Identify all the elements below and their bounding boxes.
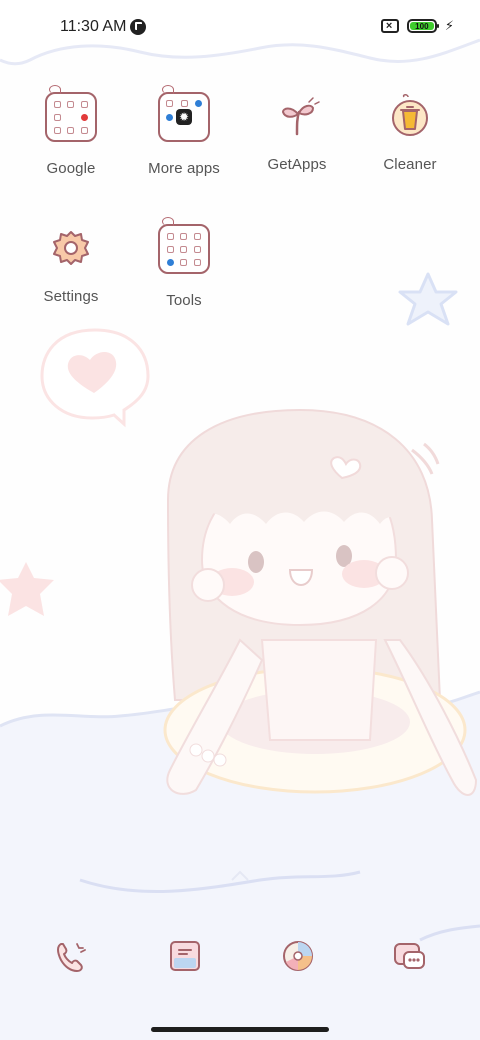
messages-icon	[394, 943, 425, 969]
tools-folder-icon	[156, 217, 212, 280]
dock-phone[interactable]	[51, 936, 91, 976]
more-apps-folder-icon: ✹	[156, 85, 212, 148]
app-settings[interactable]: Settings	[16, 220, 126, 305]
browser-icon	[283, 941, 313, 971]
phone-icon	[57, 943, 86, 972]
app-label-settings: Settings	[43, 288, 99, 305]
cleaner-trash-icon	[382, 88, 438, 144]
charging-bolt-icon: ⚡	[444, 18, 454, 33]
no-sim-icon: ×	[380, 19, 399, 33]
app-label-tools: Tools	[166, 292, 202, 309]
app-label-more-apps: More apps	[148, 160, 220, 177]
status-time: 11:30 AM	[60, 18, 127, 35]
settings-mini-icon: ✹	[176, 109, 192, 125]
app-more-apps-folder[interactable]: ✹ More apps	[129, 85, 239, 177]
battery-icon: 100	[406, 19, 439, 33]
notification-p-icon	[130, 19, 147, 35]
google-folder-icon	[43, 85, 99, 148]
notes-icon	[170, 941, 200, 971]
app-getapps[interactable]: GetApps	[242, 88, 352, 173]
app-label-google: Google	[46, 160, 96, 177]
dock-browser[interactable]	[278, 936, 318, 976]
dock-messages[interactable]	[390, 936, 430, 976]
app-label-getapps: GetApps	[267, 156, 327, 173]
app-label-cleaner: Cleaner	[383, 156, 437, 173]
battery-level: 100	[409, 22, 434, 31]
app-google-folder[interactable]: Google	[16, 85, 126, 177]
app-tools-folder[interactable]: Tools	[129, 217, 239, 309]
status-bar: 11:30 AM × 100 ⚡	[0, 0, 480, 56]
settings-gear-icon	[43, 220, 99, 276]
gesture-navigation-bar[interactable]	[151, 1027, 329, 1032]
status-indicators: × 100 ⚡	[380, 18, 454, 33]
app-cleaner[interactable]: Cleaner	[355, 88, 465, 173]
dock-notes[interactable]	[165, 936, 205, 976]
getapps-sprout-icon	[269, 88, 325, 144]
status-time-group: 11:30 AM	[60, 18, 147, 36]
